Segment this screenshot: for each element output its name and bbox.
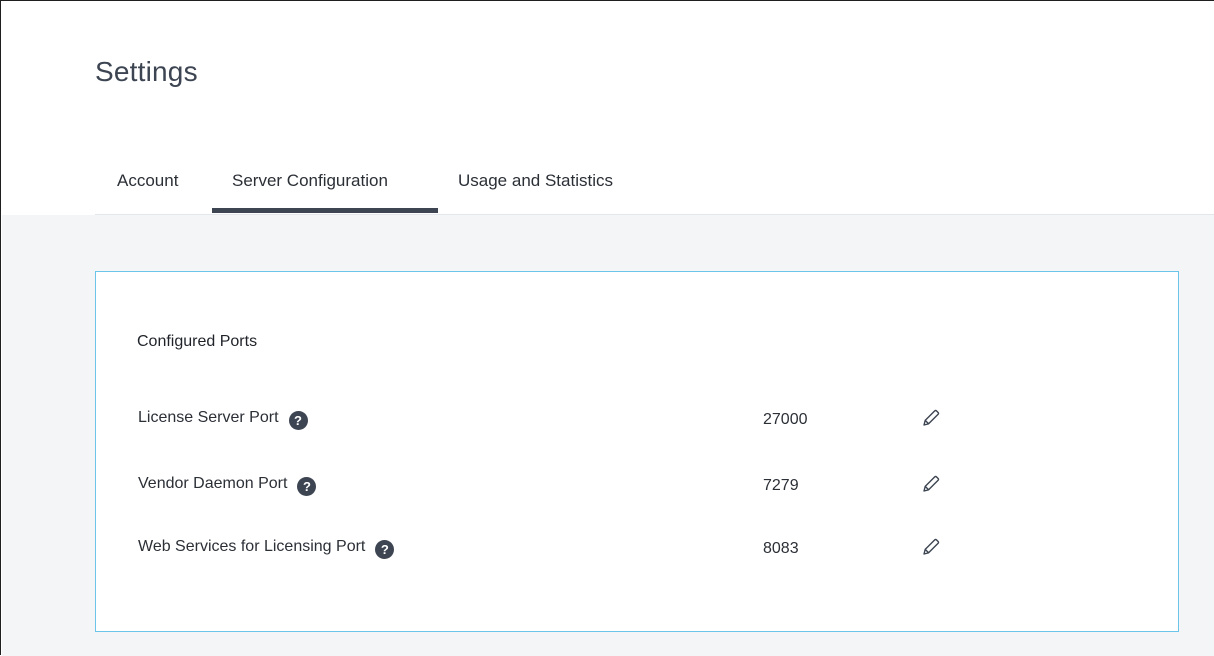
- tab-bar: Account Server Configuration Usage and S…: [95, 151, 1214, 215]
- card-title: Configured Ports: [137, 333, 258, 350]
- port-label-text: Vendor Daemon Port: [138, 475, 288, 492]
- pencil-icon[interactable]: [920, 536, 942, 558]
- port-row-web-services: Web Services for Licensing Port? 8083: [96, 534, 1178, 564]
- pencil-icon[interactable]: [920, 407, 942, 429]
- pencil-icon[interactable]: [920, 473, 942, 495]
- port-row-vendor-daemon: Vendor Daemon Port? 7279: [96, 471, 1178, 501]
- port-value: 8083: [763, 540, 799, 557]
- question-circle-icon[interactable]: ?: [297, 477, 317, 496]
- page-title: Settings: [95, 56, 198, 87]
- tab-server-configuration[interactable]: Server Configuration: [232, 171, 388, 191]
- port-row-license-server: License Server Port? 27000: [96, 405, 1178, 435]
- port-label: License Server Port?: [138, 409, 308, 430]
- window-frame: Settings Account Server Configuration Us…: [0, 0, 1214, 656]
- port-value: 27000: [763, 411, 808, 428]
- tab-usage-and-statistics[interactable]: Usage and Statistics: [458, 171, 613, 191]
- question-circle-icon[interactable]: ?: [375, 540, 395, 559]
- configured-ports-card: Configured Ports License Server Port? 27…: [95, 271, 1179, 632]
- active-tab-indicator: [212, 208, 438, 213]
- header: Settings Account Server Configuration Us…: [1, 1, 1214, 215]
- tab-account[interactable]: Account: [117, 171, 178, 191]
- port-value: 7279: [763, 477, 799, 494]
- port-label-text: License Server Port: [138, 409, 279, 426]
- question-circle-icon[interactable]: ?: [288, 411, 308, 430]
- port-label: Vendor Daemon Port?: [138, 475, 317, 496]
- port-label-text: Web Services for Licensing Port: [138, 538, 366, 555]
- port-label: Web Services for Licensing Port?: [138, 538, 395, 559]
